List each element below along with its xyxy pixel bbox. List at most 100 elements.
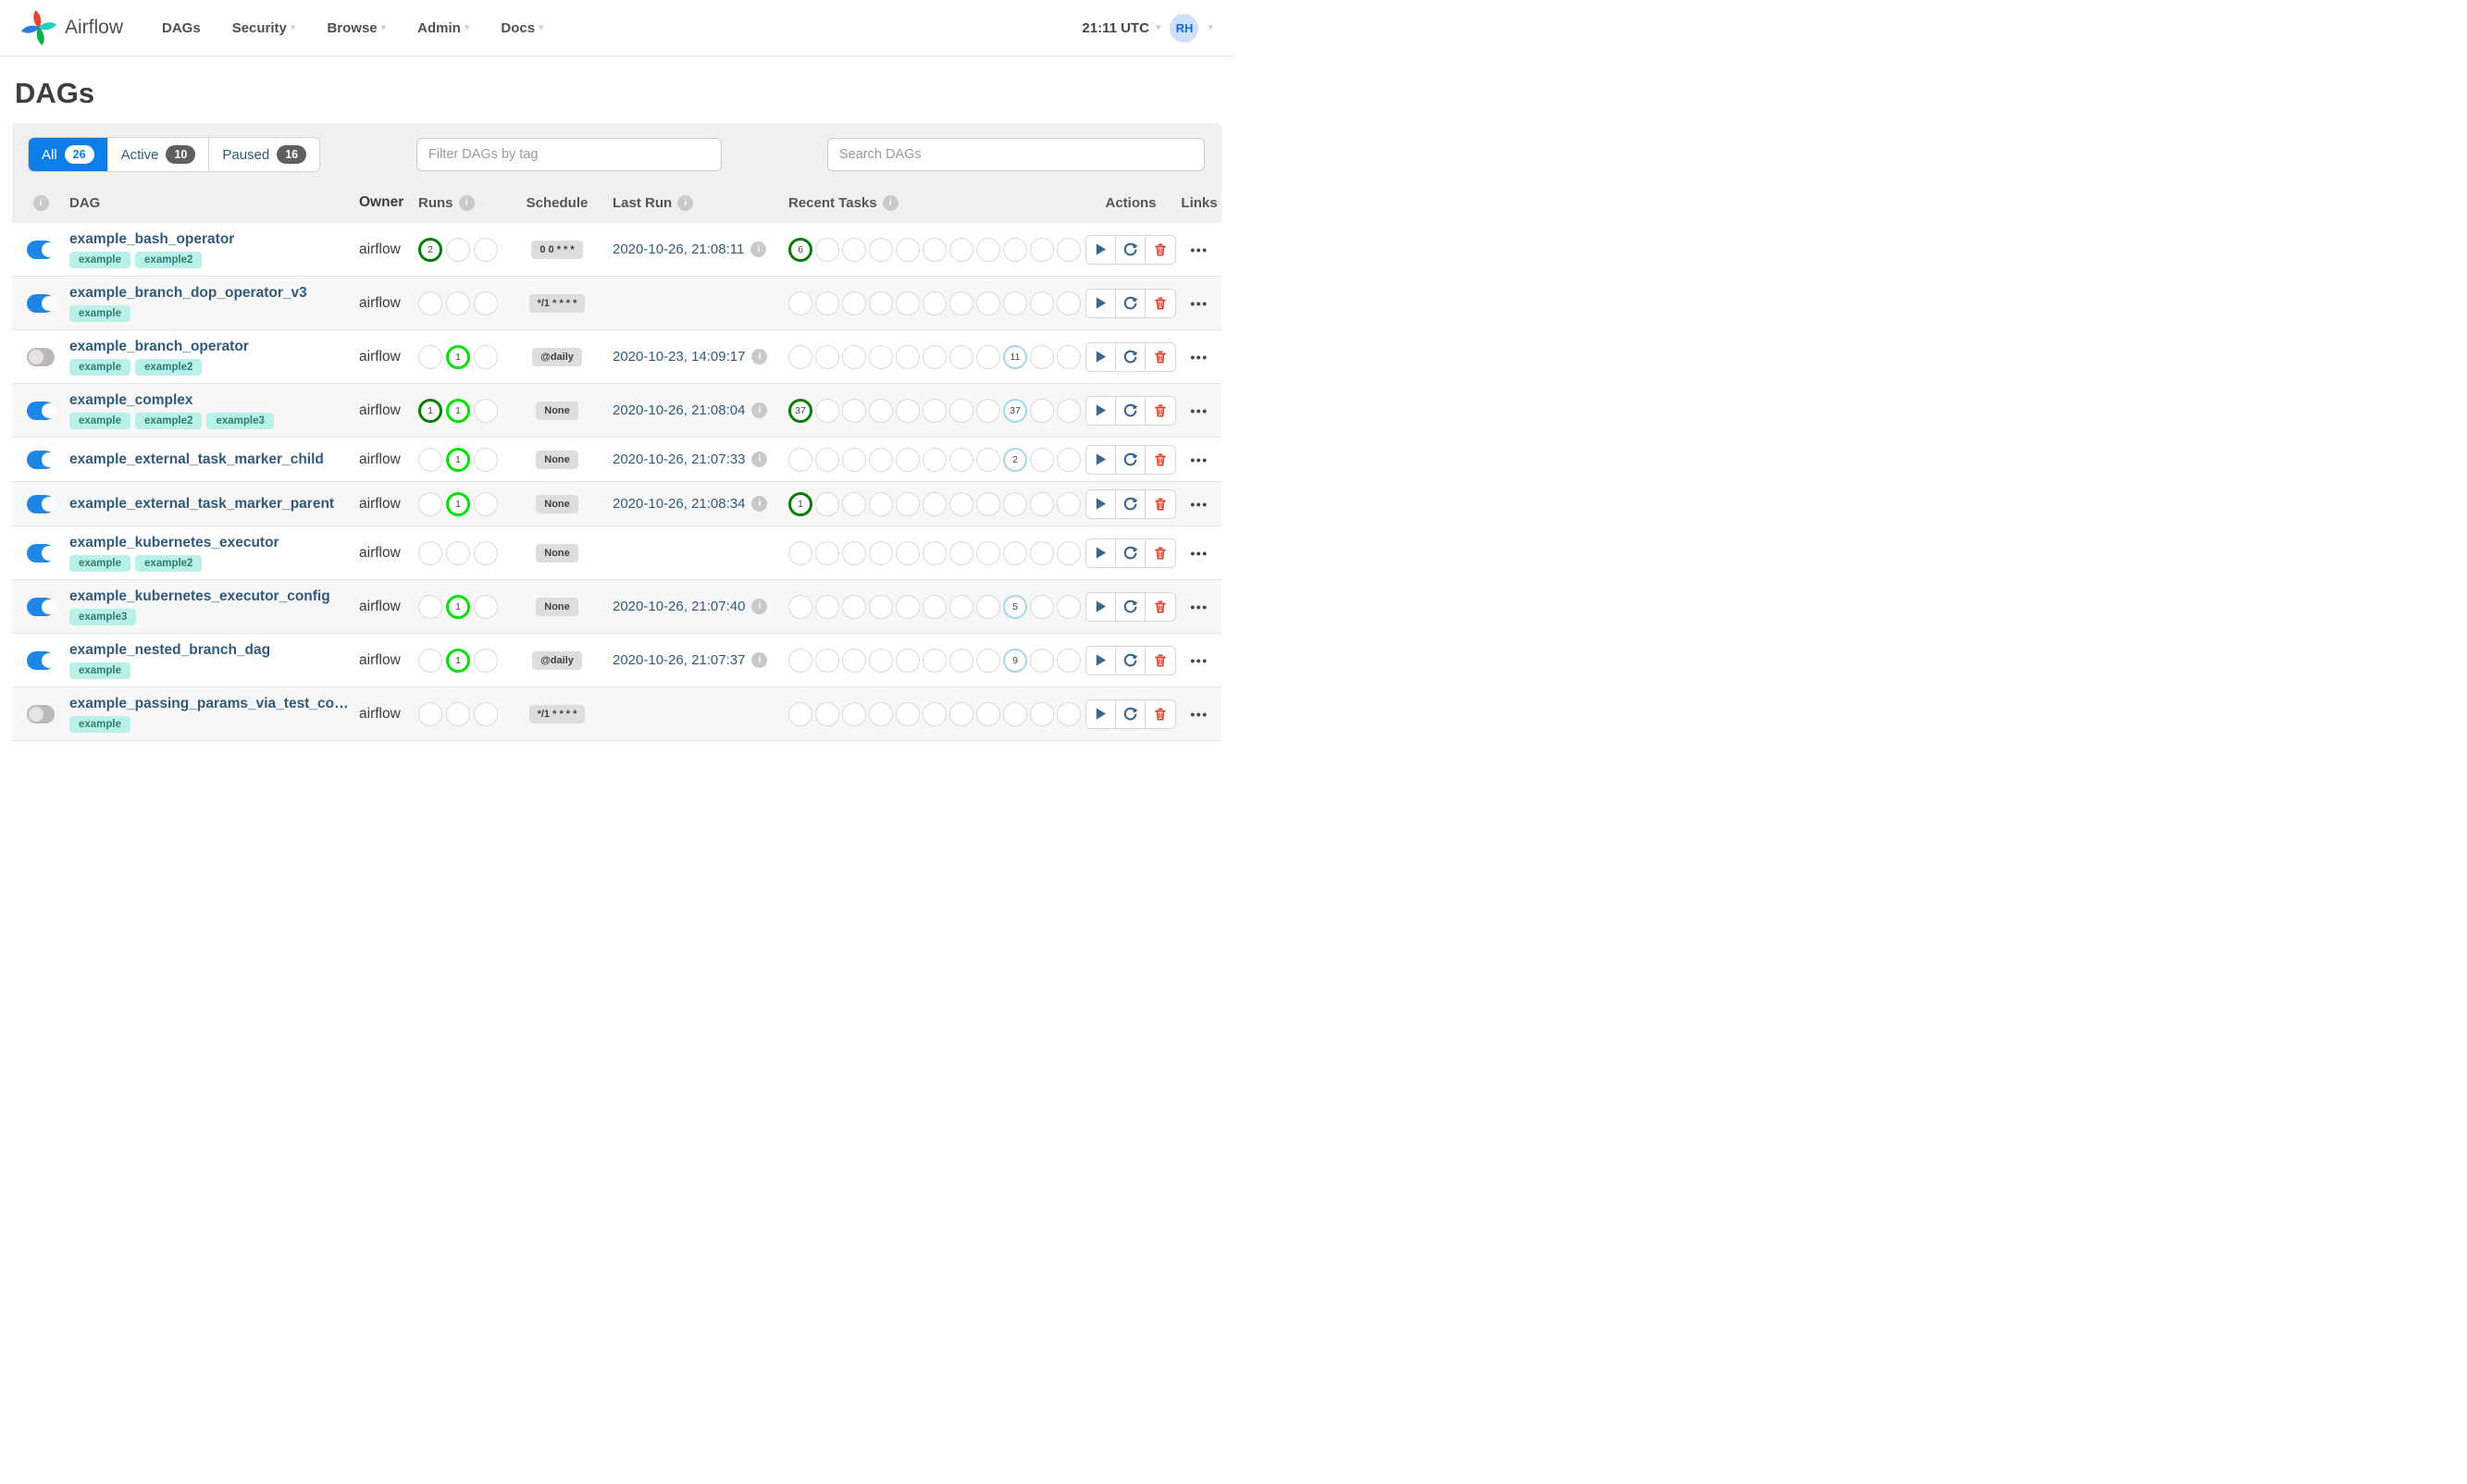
chevron-down-icon[interactable]: ▾ (1208, 22, 1213, 33)
tag-filter-input[interactable] (416, 138, 722, 171)
task-state-circle-success[interactable] (788, 291, 812, 315)
task-state-circle-scheduled[interactable] (1030, 237, 1054, 262)
dag-name-link[interactable]: example_passing_params_via_test_command (69, 696, 359, 712)
last-run-link[interactable]: 2020-10-23, 14:09:17 (613, 349, 745, 365)
last-run-link[interactable]: 2020-10-26, 21:08:04 (613, 402, 745, 418)
task-state-circle-none[interactable] (1003, 237, 1027, 262)
task-state-circle-failed[interactable] (474, 344, 498, 369)
delete-dag-button[interactable] (1146, 592, 1175, 621)
task-state-circle-running[interactable] (446, 540, 470, 565)
task-state-circle-none[interactable]: 5 (1003, 594, 1027, 619)
task-state-circle-sensing[interactable] (1057, 237, 1081, 262)
task-state-circle-scheduled[interactable] (1030, 701, 1054, 726)
task-state-circle-none[interactable]: 2 (1003, 447, 1027, 472)
dag-name-link[interactable]: example_kubernetes_executor (69, 535, 359, 551)
clock-dropdown[interactable]: 21:11 UTC ▾ (1082, 20, 1160, 36)
task-state-circle-running[interactable]: 1 (446, 648, 470, 673)
task-state-circle-success[interactable] (788, 447, 812, 472)
nav-item-docs[interactable]: Docs ▾ (501, 20, 543, 36)
task-state-circle-upstream_failed[interactable] (869, 701, 893, 726)
links-menu-button[interactable]: ••• (1190, 403, 1208, 418)
nav-item-dags[interactable]: DAGs (162, 20, 201, 36)
refresh-dag-button[interactable] (1116, 699, 1146, 728)
task-state-circle-running[interactable]: 1 (446, 398, 470, 423)
task-state-circle-up_for_retry[interactable] (923, 491, 947, 516)
task-state-circle-running[interactable] (446, 701, 470, 726)
refresh-dag-button[interactable] (1116, 396, 1146, 425)
task-state-circle-up_for_retry[interactable] (923, 701, 947, 726)
task-state-circle-up_for_reschedule[interactable] (949, 648, 973, 673)
refresh-dag-button[interactable] (1116, 489, 1146, 518)
dag-tag[interactable]: example (69, 304, 131, 322)
task-state-circle-success[interactable] (418, 344, 442, 369)
task-state-circle-queued[interactable] (976, 291, 1000, 315)
nav-item-security[interactable]: Security ▾ (232, 20, 296, 36)
dag-tag[interactable]: example3 (206, 412, 274, 429)
dag-pause-toggle[interactable] (27, 293, 56, 313)
task-state-circle-running[interactable] (815, 344, 839, 369)
last-run-link[interactable]: 2020-10-26, 21:08:34 (613, 496, 745, 512)
nav-item-admin[interactable]: Admin ▾ (417, 20, 469, 36)
task-state-circle-upstream_failed[interactable] (869, 648, 893, 673)
trigger-dag-button[interactable] (1086, 489, 1116, 518)
trigger-dag-button[interactable] (1086, 592, 1116, 621)
task-state-circle-failed[interactable] (474, 540, 498, 565)
task-state-circle-up_for_retry[interactable] (923, 291, 947, 315)
task-state-circle-failed[interactable] (842, 540, 866, 565)
dag-tag[interactable]: example (69, 251, 131, 268)
delete-dag-button[interactable] (1146, 235, 1175, 264)
task-state-circle-queued[interactable] (976, 344, 1000, 369)
task-state-circle-sensing[interactable] (1057, 701, 1081, 726)
task-state-circle-skipped[interactable] (896, 291, 920, 315)
task-state-circle-sensing[interactable] (1057, 398, 1081, 423)
task-state-circle-upstream_failed[interactable] (869, 398, 893, 423)
task-state-circle-none[interactable]: 11 (1003, 344, 1027, 369)
task-state-circle-failed[interactable] (474, 398, 498, 423)
last-run-link[interactable]: 2020-10-26, 21:07:37 (613, 652, 745, 668)
task-state-circle-success[interactable] (418, 491, 442, 516)
task-state-circle-failed[interactable] (474, 491, 498, 516)
last-run-link[interactable]: 2020-10-26, 21:08:11 (613, 241, 744, 257)
column-header-owner[interactable]: Owner (359, 194, 418, 211)
task-state-circle-sensing[interactable] (1057, 291, 1081, 315)
task-state-circle-running[interactable]: 1 (446, 344, 470, 369)
links-menu-button[interactable]: ••• (1190, 653, 1208, 668)
trigger-dag-button[interactable] (1086, 445, 1116, 474)
trigger-dag-button[interactable] (1086, 538, 1116, 567)
task-state-circle-none[interactable] (1003, 701, 1027, 726)
dag-pause-toggle[interactable] (27, 347, 55, 366)
task-state-circle-success[interactable]: 1 (418, 398, 442, 423)
task-state-circle-success[interactable] (788, 648, 812, 673)
trigger-dag-button[interactable] (1086, 396, 1116, 425)
refresh-dag-button[interactable] (1116, 538, 1146, 567)
task-state-circle-none[interactable]: 9 (1003, 648, 1027, 673)
tab-all[interactable]: All 26 (29, 138, 108, 171)
task-state-circle-success[interactable] (788, 701, 812, 726)
task-state-circle-up_for_reschedule[interactable] (949, 491, 973, 516)
task-state-circle-up_for_reschedule[interactable] (949, 540, 973, 565)
dag-tag[interactable]: example2 (135, 358, 203, 376)
task-state-circle-failed[interactable] (474, 648, 498, 673)
links-menu-button[interactable]: ••• (1190, 296, 1208, 311)
dag-pause-toggle[interactable] (27, 704, 55, 723)
task-state-circle-up_for_retry[interactable] (923, 398, 947, 423)
refresh-dag-button[interactable] (1116, 646, 1146, 674)
dag-pause-toggle[interactable] (27, 543, 56, 563)
task-state-circle-running[interactable] (815, 648, 839, 673)
dag-name-link[interactable]: example_external_task_marker_child (69, 451, 359, 468)
task-state-circle-skipped[interactable] (896, 491, 920, 516)
task-state-circle-upstream_failed[interactable] (869, 237, 893, 262)
task-state-circle-skipped[interactable] (896, 594, 920, 619)
dag-tag[interactable]: example2 (135, 412, 203, 429)
dag-tag[interactable]: example3 (69, 608, 137, 625)
task-state-circle-sensing[interactable] (1057, 344, 1081, 369)
task-state-circle-up_for_reschedule[interactable] (949, 594, 973, 619)
delete-dag-button[interactable] (1146, 289, 1175, 317)
task-state-circle-success[interactable] (418, 540, 442, 565)
dag-name-link[interactable]: example_bash_operator (69, 231, 359, 248)
task-state-circle-running[interactable] (815, 291, 839, 315)
trigger-dag-button[interactable] (1086, 235, 1116, 264)
task-state-circle-success[interactable] (418, 447, 442, 472)
dag-name-link[interactable]: example_branch_dop_operator_v3 (69, 285, 359, 302)
column-header-last-run[interactable]: Last Run (613, 195, 672, 211)
